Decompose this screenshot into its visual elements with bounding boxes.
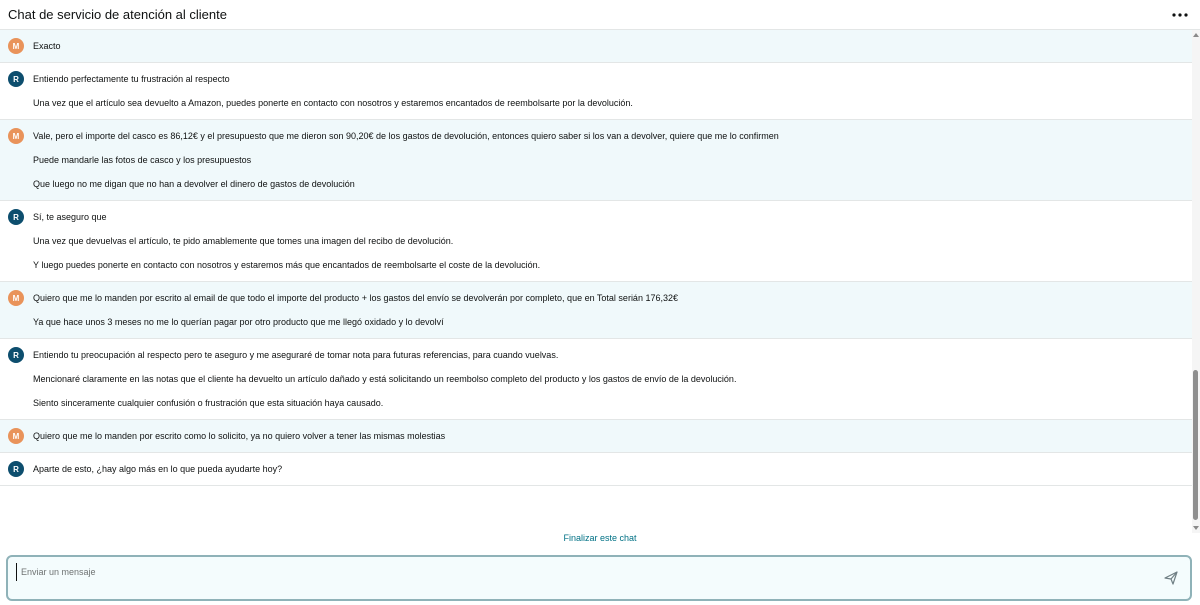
avatar: M <box>8 428 24 444</box>
scrollbar-thumb[interactable] <box>1193 370 1198 520</box>
message-text: Y luego puedes ponerte en contacto con n… <box>33 260 541 270</box>
avatar: R <box>8 461 24 477</box>
avatar: R <box>8 347 24 363</box>
more-options-button[interactable] <box>1170 6 1190 24</box>
more-options-icon <box>1172 13 1188 17</box>
chat-title: Chat de servicio de atención al cliente <box>8 7 227 22</box>
chat-window: Chat de servicio de atención al cliente … <box>0 0 1200 605</box>
end-chat-link[interactable]: Finalizar este chat <box>0 533 1200 543</box>
customer-message: M Exacto <box>0 30 1192 63</box>
customer-message: M Quiero que me lo manden por escrito al … <box>0 282 1192 339</box>
message-text: Quiero que me lo manden por escrito como… <box>33 431 446 441</box>
message-text: Aparte de esto, ¿hay algo más en lo que … <box>33 464 283 474</box>
message-text: Ya que hace unos 3 meses no me lo quería… <box>33 317 444 327</box>
avatar: M <box>8 38 24 54</box>
message-list[interactable]: M Exacto R Entiendo perfectamente tu frustr… <box>0 30 1192 533</box>
chat-header: Chat de servicio de atención al cliente <box>0 0 1200 30</box>
message-text: Entiendo perfectamente tu frustración al… <box>33 74 230 84</box>
agent-message: R Entiendo tu preocupación al respecto pe… <box>0 339 1192 420</box>
scroll-up-arrow-icon[interactable] <box>1193 33 1199 37</box>
scroll-down-arrow-icon[interactable] <box>1193 526 1199 530</box>
avatar: R <box>8 209 24 225</box>
avatar: M <box>8 128 24 144</box>
message-input[interactable] <box>16 563 1165 581</box>
message-text: Que luego no me digan que no han a devol… <box>33 179 355 189</box>
agent-message: R Aparte de esto, ¿hay algo más en lo que… <box>0 453 1192 486</box>
message-text: Quiero que me lo manden por escrito al e… <box>33 293 678 303</box>
message-text: Una vez que devuelvas el artículo, te pi… <box>33 236 454 246</box>
message-text: Exacto <box>33 41 61 51</box>
send-icon <box>1164 571 1178 585</box>
avatar: R <box>8 71 24 87</box>
message-text: Puede mandarle las fotos de casco y los … <box>33 155 252 165</box>
customer-message: M Quiero que me lo manden por escrito com… <box>0 420 1192 453</box>
message-text: Mencionaré claramente en las notas que e… <box>33 374 737 384</box>
agent-message: R Entiendo perfectamente tu frustración a… <box>0 63 1192 120</box>
customer-message: M Vale, pero el importe del casco es 86,1… <box>0 120 1192 201</box>
message-text: Entiendo tu preocupación al respecto per… <box>33 350 559 360</box>
message-text: Sí, te aseguro que <box>33 212 107 222</box>
message-input-box[interactable] <box>6 555 1192 601</box>
message-text: Vale, pero el importe del casco es 86,12… <box>33 131 779 141</box>
agent-message: R Sí, te aseguro que Una vez que devuelvas… <box>0 201 1192 282</box>
message-text: Siento sinceramente cualquier confusión … <box>33 398 384 408</box>
send-button[interactable] <box>1164 571 1178 585</box>
avatar: M <box>8 290 24 306</box>
message-text: Una vez que el artículo sea devuelto a A… <box>33 98 633 108</box>
scrollbar[interactable] <box>1192 30 1200 533</box>
